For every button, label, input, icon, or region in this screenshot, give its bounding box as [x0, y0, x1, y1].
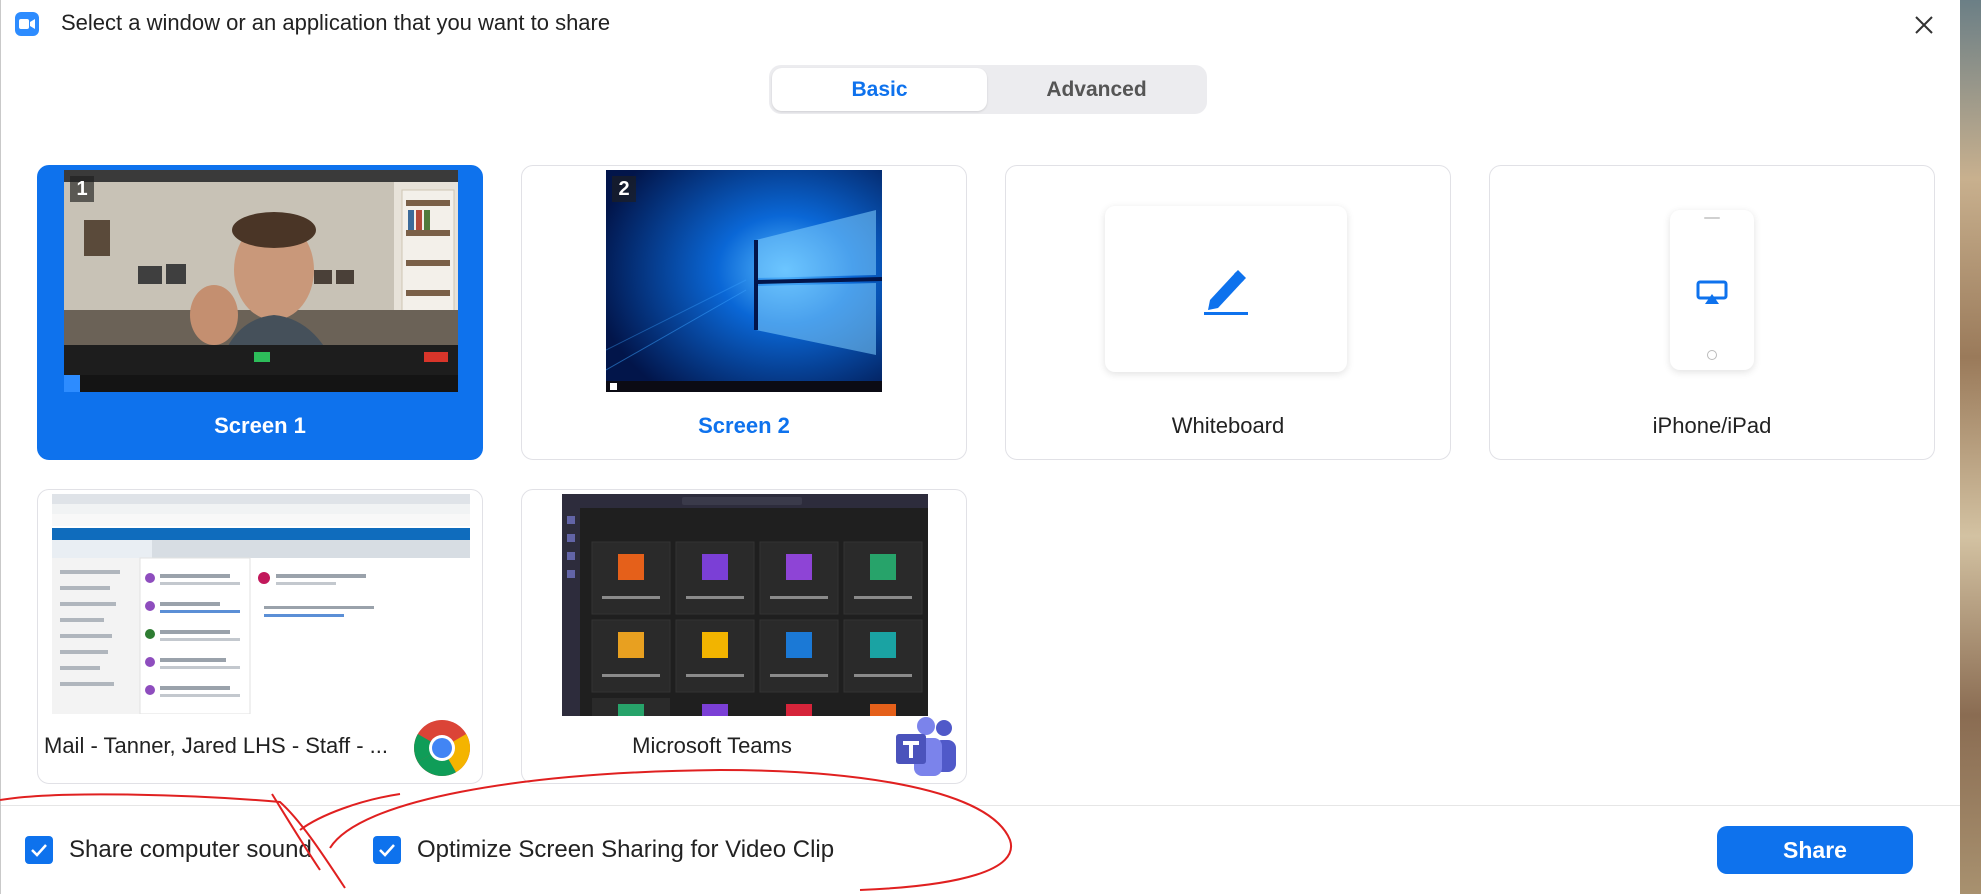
mail-window-label: Mail - Tanner, Jared LHS - Staff - ...	[44, 733, 388, 758]
iphone-ipad-tile[interactable]: iPhone/iPad	[1489, 165, 1935, 460]
mail-window-tile[interactable]: Mail - Tanner, Jared LHS - Staff - ...	[37, 489, 483, 784]
share-computer-sound-checkbox[interactable]: Share computer sound	[25, 836, 312, 864]
whiteboard-preview	[1105, 206, 1347, 372]
screen-1-preview: 1	[64, 170, 458, 392]
screen-2-tile[interactable]: 2 Screen 2	[521, 165, 967, 460]
title-bar: Select a window or an application that y…	[1, 0, 1961, 46]
teams-window-label: Microsoft Teams	[632, 733, 792, 758]
bottom-bar: Share computer sound Optimize Screen Sha…	[1, 806, 1961, 894]
teams-window-preview	[562, 494, 928, 716]
mail-window-preview	[52, 494, 470, 714]
screen-1-number: 1	[70, 176, 94, 202]
iphone-ipad-label: iPhone/iPad	[1652, 413, 1772, 438]
whiteboard-label: Whiteboard	[1171, 413, 1285, 438]
tab-basic[interactable]: Basic	[772, 68, 987, 111]
tab-advanced[interactable]: Advanced	[989, 68, 1204, 111]
share-screen-dialog: Select a window or an application that y…	[0, 0, 1961, 894]
check-icon	[31, 844, 47, 857]
check-icon	[379, 844, 395, 857]
teams-window-tile[interactable]: Microsoft Teams	[521, 489, 967, 784]
background-desktop-edge	[1960, 0, 1981, 894]
whiteboard-tile[interactable]: Whiteboard	[1005, 165, 1451, 460]
screen-2-label: Screen 2	[698, 413, 790, 438]
airplay-icon	[1696, 280, 1728, 304]
screen-1-label: Screen 1	[214, 413, 306, 438]
share-computer-sound-label: Share computer sound	[69, 836, 312, 863]
checkbox-checked	[373, 836, 401, 864]
screen-1-tile[interactable]: 1 Screen 1	[37, 165, 483, 460]
iphone-preview	[1670, 210, 1754, 370]
pencil-icon	[1204, 270, 1248, 315]
chrome-icon	[414, 720, 470, 776]
screen-2-number: 2	[612, 176, 636, 202]
screen-2-preview: 2	[606, 170, 882, 392]
share-button[interactable]: Share	[1717, 826, 1913, 874]
close-icon	[1915, 16, 1933, 34]
share-mode-tabs: Basic Advanced	[769, 65, 1207, 114]
checkbox-checked	[25, 836, 53, 864]
close-button[interactable]	[1907, 8, 1941, 42]
zoom-icon	[15, 12, 39, 36]
optimize-video-checkbox[interactable]: Optimize Screen Sharing for Video Clip	[373, 836, 834, 864]
dialog-title: Select a window or an application that y…	[61, 10, 611, 35]
teams-icon	[896, 717, 956, 776]
optimize-video-label: Optimize Screen Sharing for Video Clip	[417, 836, 835, 863]
